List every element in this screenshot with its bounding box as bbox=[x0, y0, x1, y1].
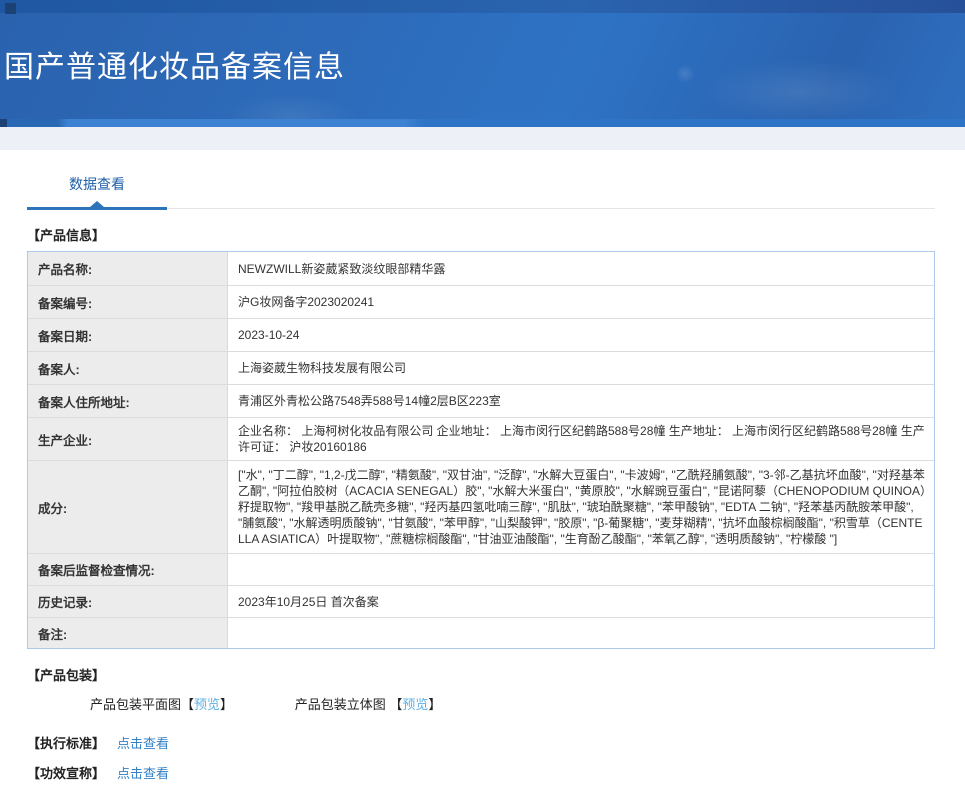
row-label: 历史记录: bbox=[28, 586, 228, 617]
bracket-close: 】 bbox=[220, 697, 233, 712]
row-label: 备案后监督检查情况: bbox=[28, 554, 228, 585]
bracket-close: 】 bbox=[428, 697, 441, 712]
row-value: 企业名称： 上海柯树化妆品有限公司 企业地址： 上海市闵行区纪鹤路588号28幢… bbox=[228, 418, 934, 460]
bracket-open: 【 bbox=[181, 697, 194, 712]
row-value: 上海姿葳生物科技发展有限公司 bbox=[228, 352, 934, 384]
row-label: 备案人住所地址: bbox=[28, 385, 228, 417]
section-title-product-info: 【产品信息】 bbox=[27, 225, 935, 244]
packaging-flat-label: 产品包装平面图 bbox=[90, 697, 181, 712]
product-info-table: 产品名称: NEWZWILL新姿葳紧致淡纹眼部精华露 备案编号: 沪G妆网备字2… bbox=[27, 251, 935, 649]
section-title-efficacy: 【功效宣称】 bbox=[27, 763, 105, 782]
efficacy-row: 【功效宣称】 点击查看 bbox=[27, 763, 935, 782]
table-row-filing-number: 备案编号: 沪G妆网备字2023020241 bbox=[28, 285, 934, 318]
row-value: 2023-10-24 bbox=[228, 319, 934, 351]
table-row-manufacturer: 生产企业: 企业名称： 上海柯树化妆品有限公司 企业地址： 上海市闵行区纪鹤路5… bbox=[28, 417, 934, 460]
row-label: 备注: bbox=[28, 618, 228, 648]
row-value: ["水", "丁二醇", "1,2-戊二醇", "精氨酸", "双甘油", "泛… bbox=[228, 461, 934, 553]
standard-row: 【执行标准】 点击查看 bbox=[27, 733, 935, 752]
table-row-product-name: 产品名称: NEWZWILL新姿葳紧致淡纹眼部精华露 bbox=[28, 252, 934, 285]
packaging-stereo-label: 产品包装立体图 bbox=[295, 697, 390, 712]
table-row-supervision: 备案后监督检查情况: bbox=[28, 553, 934, 585]
row-value bbox=[228, 618, 934, 648]
table-row-history: 历史记录: 2023年10月25日 首次备案 bbox=[28, 585, 934, 617]
row-label: 产品名称: bbox=[28, 252, 228, 285]
spacer-band bbox=[0, 127, 965, 150]
decor-bottom-strip bbox=[0, 119, 965, 127]
packaging-stereo-preview-link[interactable]: 预览 bbox=[402, 697, 428, 712]
standard-view-link[interactable]: 点击查看 bbox=[117, 733, 169, 752]
row-label: 生产企业: bbox=[28, 418, 228, 460]
content-card: 数据查看 【产品信息】 产品名称: NEWZWILL新姿葳紧致淡纹眼部精华露 备… bbox=[0, 150, 965, 812]
decor-square-top-left bbox=[5, 3, 16, 14]
page-header-banner: 国产普通化妆品备案信息 bbox=[0, 0, 965, 127]
table-row-filer-address: 备案人住所地址: 青浦区外青松公路7548弄588号14幢2层B区223室 bbox=[28, 384, 934, 417]
row-value bbox=[228, 554, 934, 585]
page-title: 国产普通化妆品备案信息 bbox=[4, 42, 345, 86]
table-row-filer: 备案人: 上海姿葳生物科技发展有限公司 bbox=[28, 351, 934, 384]
tab-bar: 数据查看 bbox=[27, 150, 935, 209]
packaging-row: 产品包装平面图【预览】 产品包装立体图 【预览】 bbox=[90, 694, 935, 713]
packaging-flat-item: 产品包装平面图【预览】 bbox=[90, 697, 233, 712]
decor-square-bottom-left bbox=[0, 119, 7, 127]
packaging-flat-preview-link[interactable]: 预览 bbox=[194, 697, 220, 712]
table-row-remarks: 备注: bbox=[28, 617, 934, 648]
table-row-filing-date: 备案日期: 2023-10-24 bbox=[28, 318, 934, 351]
bracket-open: 【 bbox=[389, 697, 402, 712]
row-value: NEWZWILL新姿葳紧致淡纹眼部精华露 bbox=[228, 252, 934, 285]
row-label: 成分: bbox=[28, 461, 228, 553]
packaging-stereo-item: 产品包装立体图 【预览】 bbox=[295, 697, 442, 712]
row-label: 备案日期: bbox=[28, 319, 228, 351]
tab-data-view[interactable]: 数据查看 bbox=[27, 150, 167, 210]
row-value: 青浦区外青松公路7548弄588号14幢2层B区223室 bbox=[228, 385, 934, 417]
section-title-standard: 【执行标准】 bbox=[27, 733, 105, 752]
section-title-packaging: 【产品包装】 bbox=[27, 665, 935, 684]
row-value: 2023年10月25日 首次备案 bbox=[228, 586, 934, 617]
table-row-ingredients: 成分: ["水", "丁二醇", "1,2-戊二醇", "精氨酸", "双甘油"… bbox=[28, 460, 934, 553]
efficacy-view-link[interactable]: 点击查看 bbox=[117, 763, 169, 782]
row-value: 沪G妆网备字2023020241 bbox=[228, 286, 934, 318]
row-label: 备案编号: bbox=[28, 286, 228, 318]
row-label: 备案人: bbox=[28, 352, 228, 384]
